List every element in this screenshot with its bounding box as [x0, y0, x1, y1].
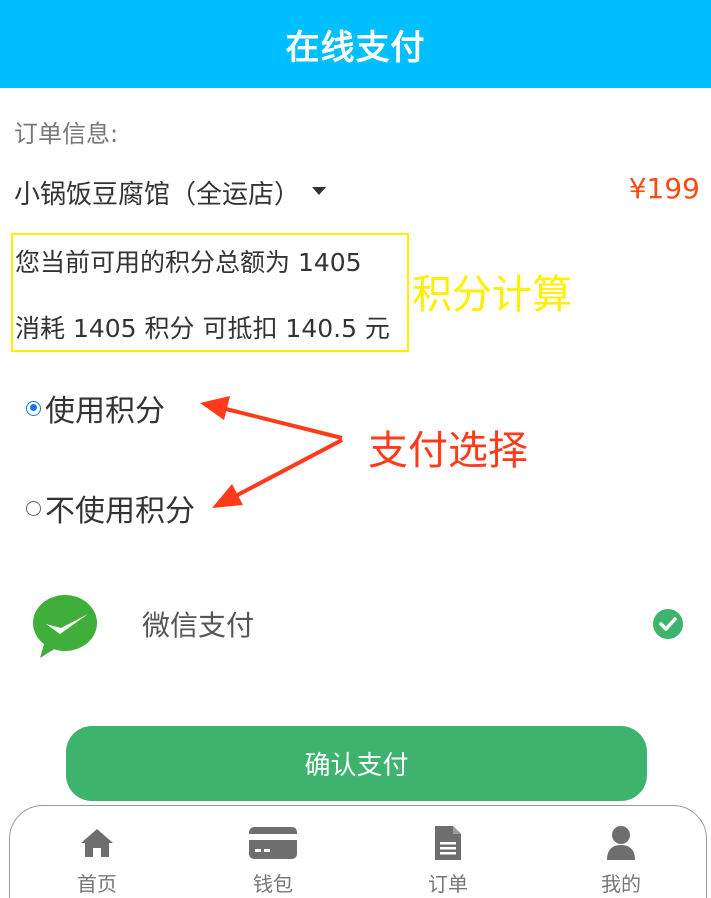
page-title: 在线支付	[285, 27, 426, 68]
use-points-option[interactable]: 使用积分	[26, 386, 165, 430]
no-points-radio[interactable]	[26, 500, 41, 516]
nav-item-wallet[interactable]: 钱包	[228, 824, 318, 897]
points-info-box: 您当前可用的积分总额为 1405 消耗 1405 积分 可抵扣 140.5 元	[11, 233, 409, 352]
nav-label-home: 首页	[77, 872, 117, 896]
page-header: 在线支付	[0, 0, 711, 88]
confirm-payment-label: 确认支付	[304, 751, 409, 781]
shop-name: 小锅饭豆腐馆（全运店）	[14, 180, 301, 210]
nav-item-order[interactable]: 订单	[403, 824, 493, 897]
user-icon	[607, 826, 635, 860]
no-points-option[interactable]: 不使用积分	[26, 486, 195, 530]
wechat-icon	[33, 595, 97, 658]
annotation-points-calc: 积分计算	[412, 272, 572, 318]
arrow-to-no-points	[212, 438, 343, 508]
document-icon	[435, 826, 461, 860]
nav-item-mine[interactable]: 我的	[576, 824, 666, 897]
order-price: ¥199	[628, 172, 700, 205]
home-icon	[81, 829, 113, 857]
use-points-radio[interactable]	[26, 400, 41, 416]
annotation-payment-choice: 支付选择	[368, 428, 528, 474]
nav-label-order: 订单	[428, 872, 468, 896]
nav-item-home[interactable]: 首页	[52, 824, 142, 897]
nav-label-wallet: 钱包	[253, 872, 293, 896]
payment-method-name: 微信支付	[142, 609, 255, 642]
order-info-label: 订单信息:	[14, 120, 119, 148]
no-points-label[interactable]: 不使用积分	[45, 486, 195, 530]
wallet-icon	[249, 827, 297, 859]
points-deduct-text: 消耗 1405 积分 可抵扣 140.5 元	[15, 314, 390, 343]
check-circle-icon	[653, 609, 683, 639]
use-points-label[interactable]: 使用积分	[45, 386, 165, 430]
points-available-text: 您当前可用的积分总额为 1405	[15, 248, 362, 277]
arrow-to-use-points	[200, 396, 343, 440]
nav-label-mine: 我的	[601, 872, 641, 896]
bottom-nav: 首页 钱包 订单 我的	[9, 805, 707, 898]
caret-down-icon[interactable]	[312, 187, 326, 195]
confirm-payment-button[interactable]: 确认支付	[66, 726, 647, 801]
shop-selector[interactable]: 小锅饭豆腐馆（全运店） ¥199	[14, 172, 700, 212]
payment-method-wechat[interactable]: 微信支付	[32, 594, 684, 658]
